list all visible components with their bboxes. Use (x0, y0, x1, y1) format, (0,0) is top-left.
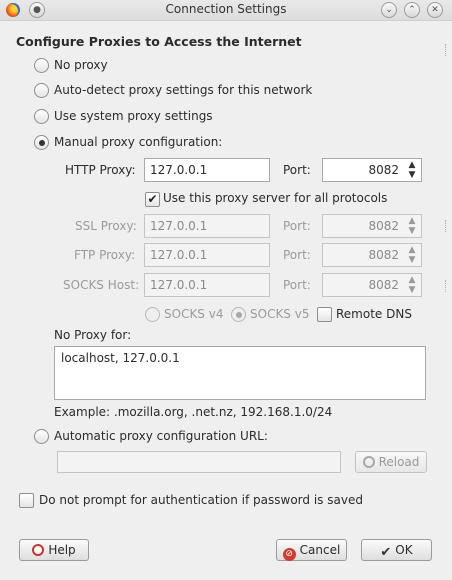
radio-selected-dot (235, 311, 242, 318)
help-icon (32, 544, 45, 556)
use-for-all-checkbox[interactable]: ✔ (145, 192, 160, 207)
ssl-port-label: Port: (283, 219, 311, 233)
auto-config-url-input[interactable] (57, 451, 341, 473)
http-proxy-input[interactable]: 127.0.0.1 (144, 158, 270, 182)
chevron-down-icon: ⌄ (385, 5, 393, 15)
remote-dns-checkbox[interactable] (317, 307, 332, 322)
help-label: Help (48, 543, 76, 557)
no-proxy-example: Example: .mozilla.org, .net.nz, 192.168.… (54, 405, 333, 419)
ftp-port-label: Port: (283, 248, 311, 262)
chevron-up-icon: ⌃ (408, 5, 416, 15)
http-proxy-label: HTTP Proxy: (65, 163, 136, 177)
ftp-proxy-input[interactable]: 127.0.0.1 (144, 243, 270, 267)
reload-icon (362, 456, 375, 468)
http-port-stepper[interactable]: 8082 ▲ ▼ (322, 158, 422, 182)
socks-host-label: SOCKS Host: (63, 278, 140, 292)
ssl-proxy-input[interactable]: 127.0.0.1 (144, 214, 270, 238)
maximize-button[interactable]: ⌃ (404, 2, 420, 18)
ssl-proxy-label: SSL Proxy: (75, 219, 137, 233)
socks-port-stepper[interactable]: 8082 ▲ ▼ (322, 273, 422, 297)
ssl-port-stepper[interactable]: 8082 ▲ ▼ (322, 214, 422, 238)
resize-grip (445, 220, 449, 232)
system-proxy-radio[interactable] (34, 109, 49, 124)
auto-config-url-label[interactable]: Automatic proxy configuration URL: (54, 429, 268, 443)
cancel-button[interactable]: ⊘ Cancel (276, 539, 347, 561)
checkmark-icon: ✔ (380, 545, 392, 560)
manual-proxy-radio[interactable] (34, 135, 49, 150)
cancel-label: Cancel (299, 543, 341, 557)
radio-selected-dot (38, 139, 45, 146)
cancel-icon: ⊘ (282, 548, 296, 561)
reload-button[interactable]: Reload (355, 451, 427, 473)
shade-button[interactable]: ⌄ (381, 2, 397, 18)
section-heading: Configure Proxies to Access the Internet (16, 34, 302, 49)
system-proxy-label[interactable]: Use system proxy settings (54, 109, 213, 123)
socks-host-input[interactable]: 127.0.0.1 (144, 273, 270, 297)
stepper-arrows-icon[interactable]: ▲ ▼ (406, 245, 418, 265)
no-prompt-label[interactable]: Do not prompt for authentication if pass… (39, 493, 363, 507)
ftp-port-stepper[interactable]: 8082 ▲ ▼ (322, 243, 422, 267)
http-port-value: 8082 (368, 163, 399, 177)
socks-port-value: 8082 (368, 278, 399, 292)
stepper-arrows-icon[interactable]: ▲ ▼ (406, 216, 418, 236)
resize-grip (445, 280, 449, 292)
socks-v5-radio[interactable] (231, 307, 246, 322)
http-port-label: Port: (283, 163, 311, 177)
ok-button[interactable]: ✔ OK (361, 539, 432, 561)
ssl-port-value: 8082 (368, 219, 399, 233)
remote-dns-label[interactable]: Remote DNS (336, 307, 412, 321)
ok-label: OK (395, 543, 413, 557)
close-button[interactable]: ✕ (427, 2, 443, 18)
no-prompt-checkbox[interactable] (19, 493, 34, 508)
help-button[interactable]: Help (19, 539, 89, 561)
no-proxy-for-textarea[interactable]: localhost, 127.0.0.1 (54, 346, 426, 400)
socks-v5-label[interactable]: SOCKS v5 (250, 307, 309, 321)
no-proxy-radio[interactable] (34, 58, 49, 73)
no-proxy-label[interactable]: No proxy (54, 58, 108, 72)
socks-v4-label[interactable]: SOCKS v4 (164, 307, 223, 321)
stepper-arrows-icon[interactable]: ▲ ▼ (406, 160, 418, 180)
socks-port-label: Port: (283, 278, 311, 292)
auto-detect-label[interactable]: Auto-detect proxy settings for this netw… (54, 83, 312, 97)
ftp-port-value: 8082 (368, 248, 399, 262)
reload-label: Reload (378, 455, 420, 469)
manual-proxy-label[interactable]: Manual proxy configuration: (54, 135, 222, 149)
close-icon: ✕ (431, 5, 439, 15)
auto-config-url-radio[interactable] (34, 429, 49, 444)
no-proxy-for-label: No Proxy for: (54, 328, 132, 342)
socks-v4-radio[interactable] (145, 307, 160, 322)
auto-detect-radio[interactable] (34, 83, 49, 98)
ftp-proxy-label: FTP Proxy: (74, 248, 136, 262)
stepper-arrows-icon[interactable]: ▲ ▼ (406, 275, 418, 295)
resize-grip (445, 44, 449, 56)
use-for-all-label[interactable]: Use this proxy server for all protocols (163, 191, 387, 205)
